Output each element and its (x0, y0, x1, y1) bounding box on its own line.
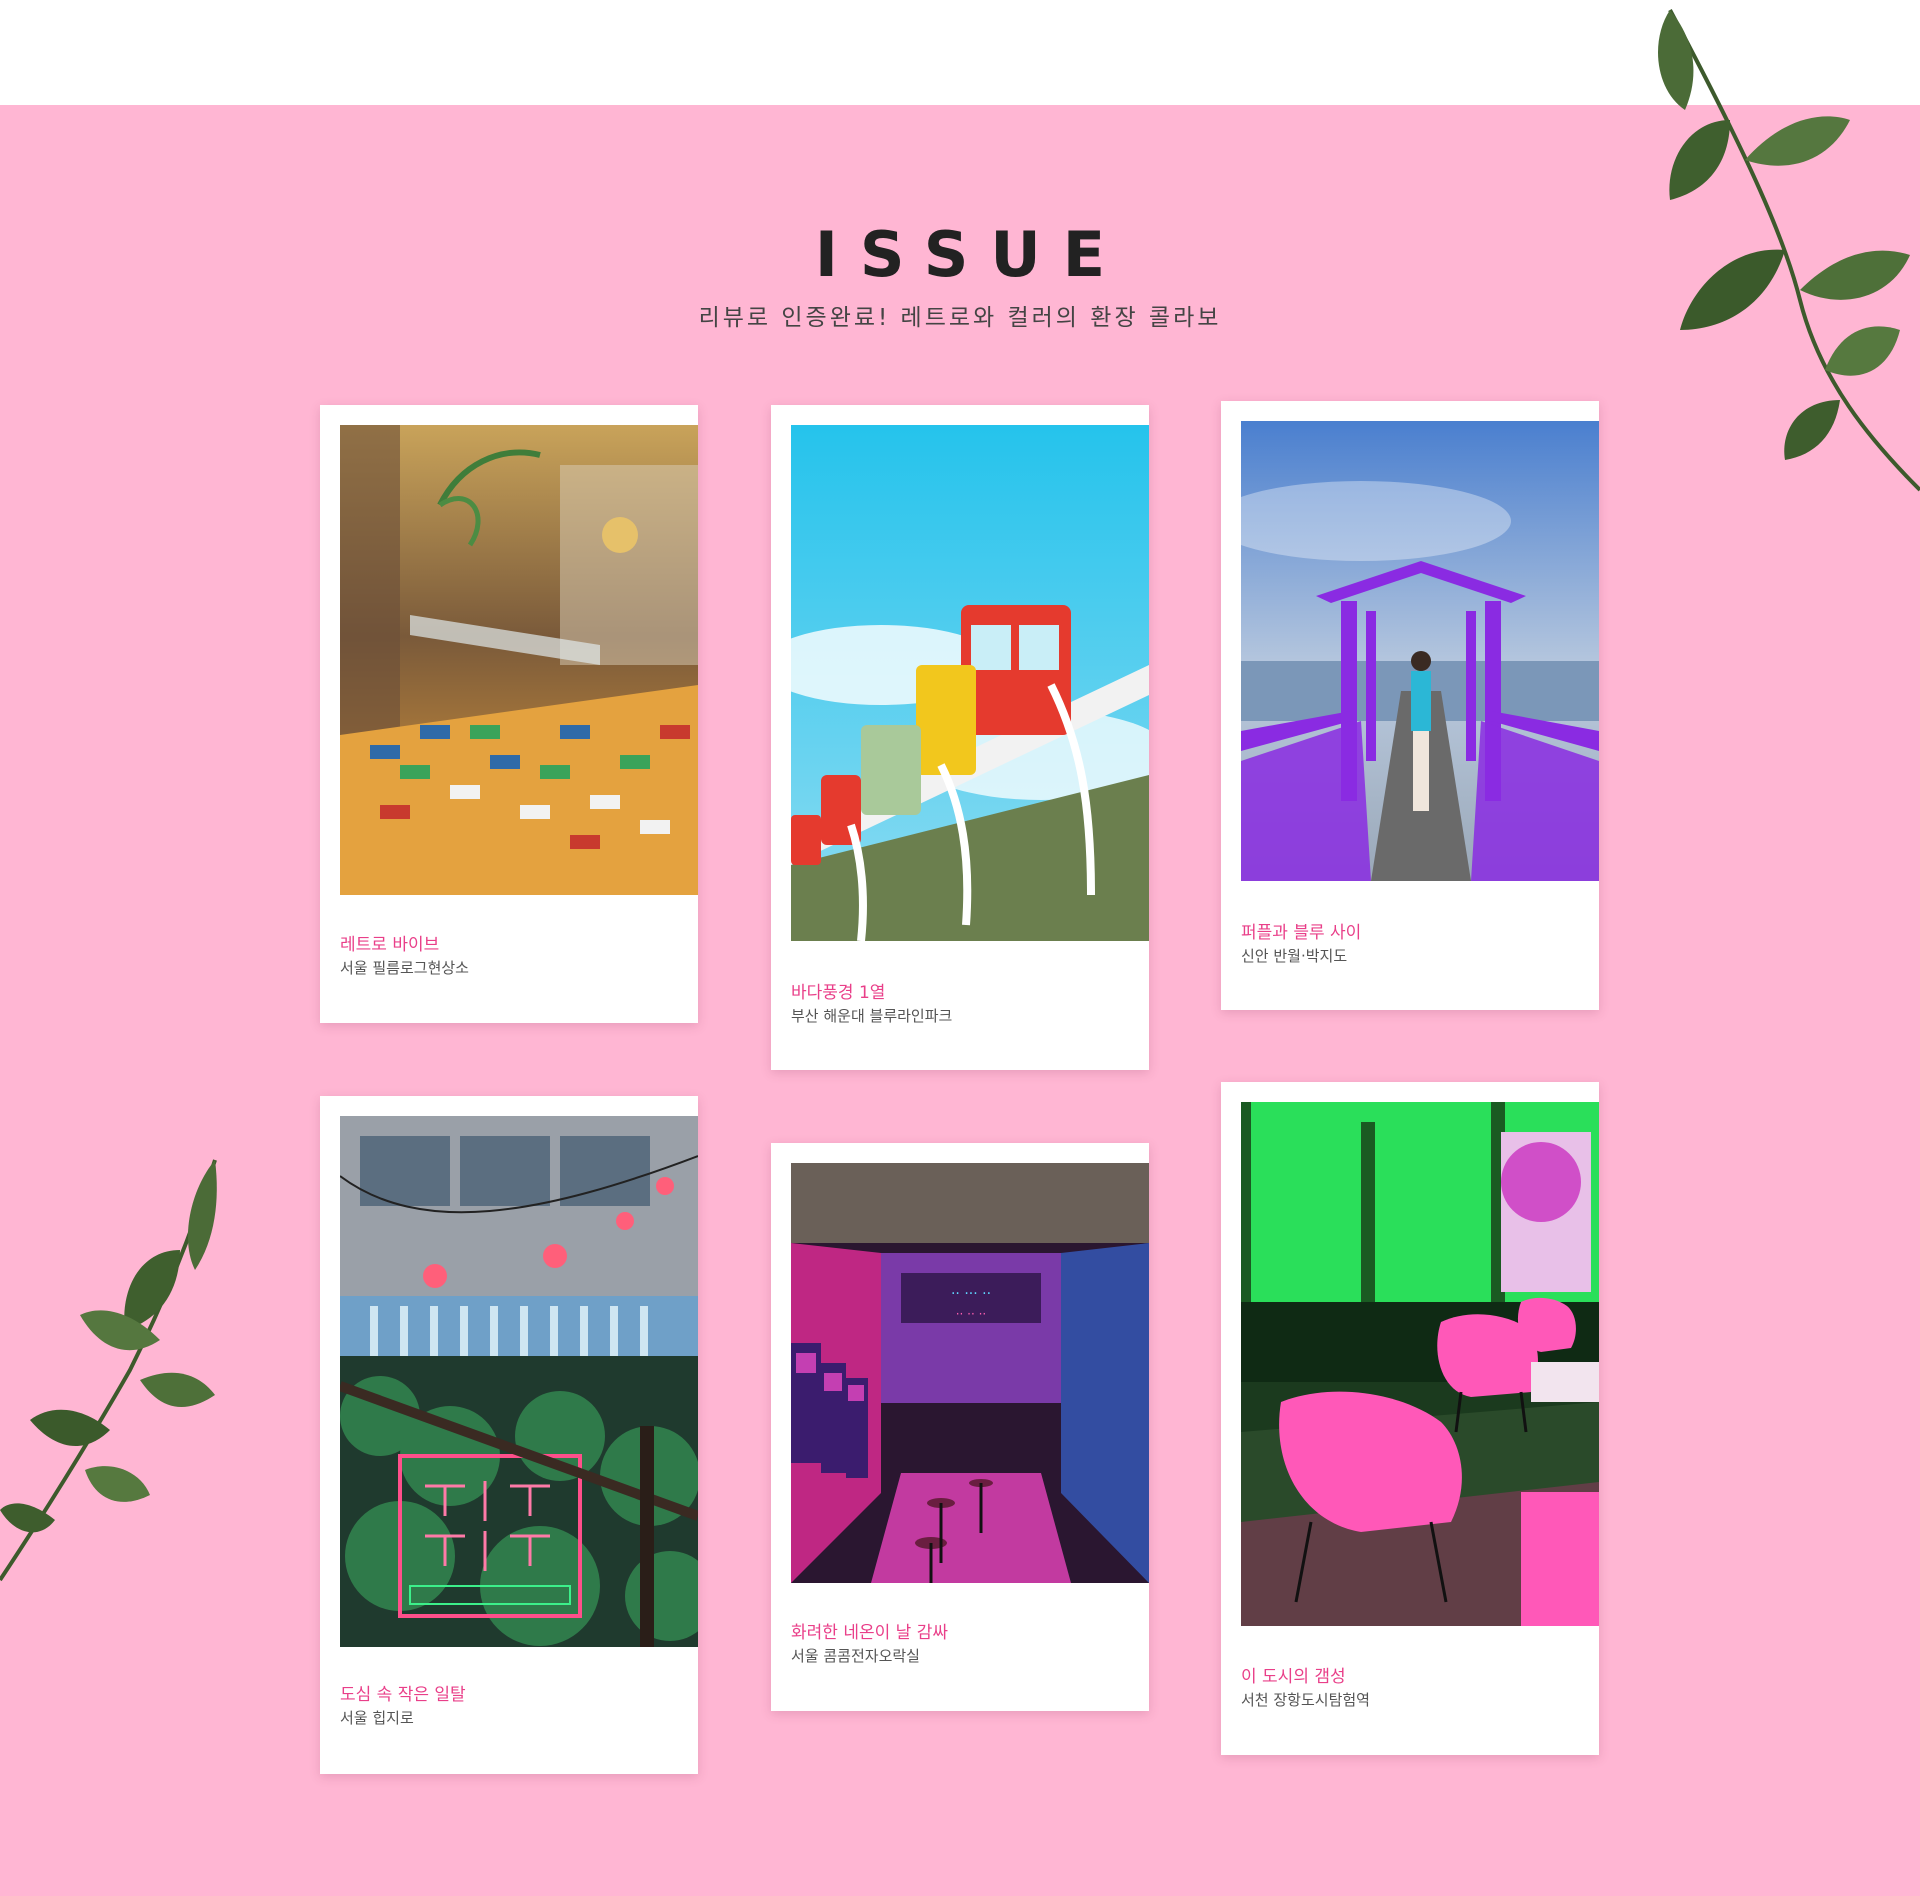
issue-card[interactable]: 퍼플과 블루 사이 신안 반월·박지도 (1221, 401, 1599, 1010)
issue-card[interactable]: 도심 속 작은 일탈 서울 힙지로 (320, 1096, 698, 1774)
card-title: 이 도시의 갬성 (1241, 1667, 1346, 1687)
card-location: 서울 콤콤전자오락실 (791, 1647, 920, 1665)
film-shop-photo (340, 425, 698, 895)
green-neon-lounge-photo (1241, 1102, 1599, 1626)
issue-card[interactable]: 레트로 바이브 서울 필름로그현상소 (320, 405, 698, 1023)
neon-arcade-photo: ·· ··· ·· ·· ·· ·· (791, 1163, 1149, 1583)
svg-text:·· ·· ··: ·· ·· ·· (956, 1307, 987, 1321)
neon-sign-garden-photo (340, 1116, 698, 1647)
card-location: 신안 반월·박지도 (1241, 947, 1348, 965)
issue-card[interactable]: 이 도시의 갬성 서천 장항도시탐험역 (1221, 1082, 1599, 1755)
card-title: 도심 속 작은 일탈 (340, 1685, 466, 1705)
card-title: 바다풍경 1열 (791, 983, 886, 1003)
card-location: 서천 장항도시탐험역 (1241, 1691, 1370, 1709)
section-title: ISSUE (814, 218, 1128, 291)
card-location: 부산 해운대 블루라인파크 (791, 1007, 953, 1025)
card-title: 레트로 바이브 (340, 935, 440, 955)
card-title: 화려한 네온이 날 감싸 (791, 1623, 948, 1643)
leaf-branch-left-icon (0, 1159, 217, 1582)
svg-text:·· ··· ··: ·· ··· ·· (951, 1286, 991, 1302)
section-subtitle: 리뷰로 인증완료! 레트로와 컬러의 환장 콜라보 (698, 305, 1222, 331)
issue-card[interactable]: 바다풍경 1열 부산 해운대 블루라인파크 (771, 405, 1149, 1070)
issue-card[interactable]: ·· ··· ·· ·· ·· ·· 화려한 네온이 날 감싸 서울 콤콤전자오… (771, 1143, 1149, 1711)
card-location: 서울 필름로그현상소 (340, 959, 469, 977)
card-title: 퍼플과 블루 사이 (1241, 923, 1362, 943)
sky-capsule-train-photo (791, 425, 1149, 941)
purple-bridge-photo (1241, 421, 1599, 881)
card-location: 서울 힙지로 (340, 1709, 414, 1727)
